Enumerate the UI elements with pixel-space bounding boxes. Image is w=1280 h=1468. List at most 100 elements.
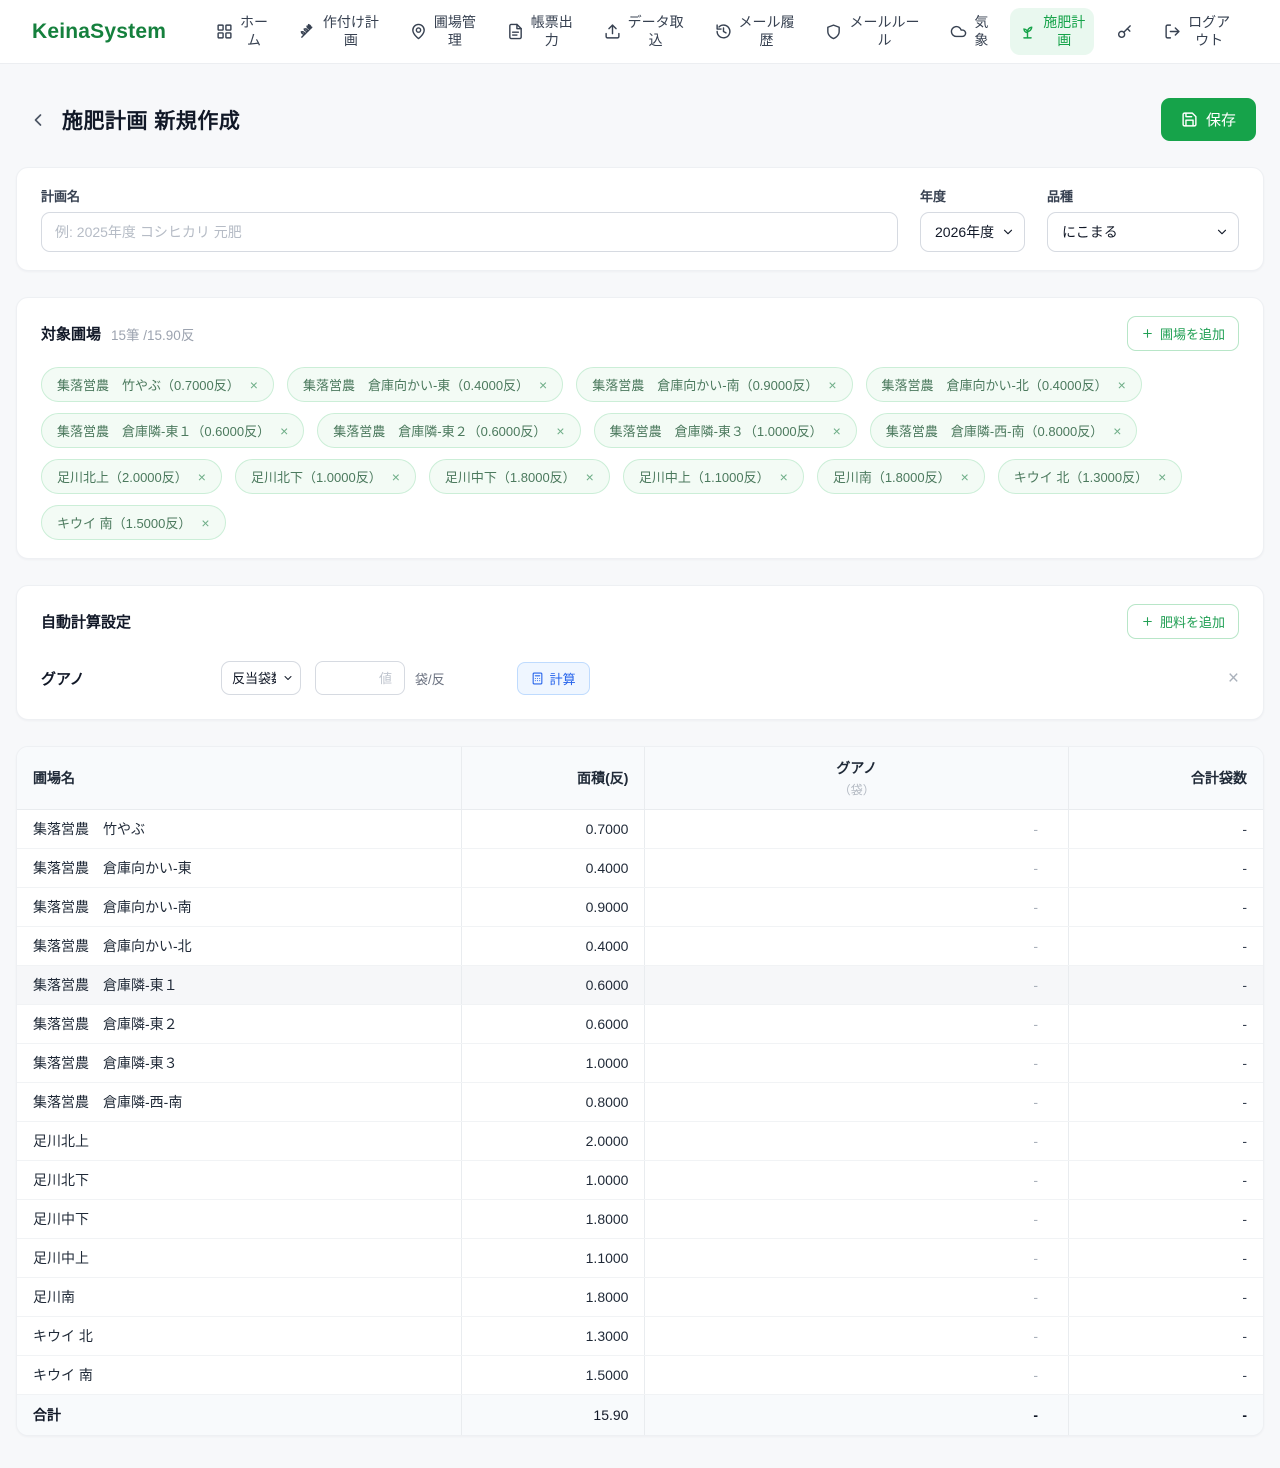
field-tag-label: 集落営農 倉庫向かい-北（0.4000反） — [882, 375, 1108, 394]
cell-total-bags: - — [1069, 1317, 1263, 1356]
nav-item-data-import[interactable]: データ取 込 — [595, 8, 693, 55]
auto-calc-title: 自動計算設定 — [41, 611, 131, 632]
key-icon — [1116, 23, 1133, 40]
brand-logo[interactable]: KeinaSystem — [32, 20, 166, 44]
remove-field-icon[interactable]: × — [961, 470, 969, 484]
nav-item-mail-rules[interactable]: メールルー ル — [816, 8, 928, 55]
header-area: 面積(反) — [462, 747, 645, 810]
nav-item-mail-history[interactable]: メール履 歴 — [706, 8, 804, 55]
table-row: 集落営農 倉庫向かい-南 0.9000 - - — [17, 888, 1263, 927]
cell-fertilizer-bags: - — [645, 1278, 1069, 1317]
remove-field-icon[interactable]: × — [539, 378, 547, 392]
nav-item-key[interactable] — [1107, 17, 1142, 46]
nav-item-home[interactable]: ホー ム — [207, 8, 277, 55]
cell-total-bags: - — [1069, 1239, 1263, 1278]
remove-field-icon[interactable]: × — [198, 470, 206, 484]
cell-fertilizer-bags: - — [645, 1317, 1069, 1356]
variety-select-wrap: にこまる — [1047, 212, 1239, 252]
nav-item-planting-plan[interactable]: 作付け計 画 — [290, 8, 388, 55]
target-fields-title: 対象圃場 — [41, 323, 101, 344]
cell-total-bags: - — [1069, 927, 1263, 966]
header-fertilizer-unit: （袋） — [661, 781, 1052, 798]
field-tag: 集落営農 倉庫向かい-南（0.9000反） × — [576, 367, 852, 402]
plan-name-input[interactable] — [41, 212, 898, 252]
remove-field-icon[interactable]: × — [780, 470, 788, 484]
cell-fertilizer-bags: - — [645, 1122, 1069, 1161]
remove-field-icon[interactable]: × — [833, 424, 841, 438]
table-row: 集落営農 倉庫向かい-東 0.4000 - - — [17, 849, 1263, 888]
nav-item-weather[interactable]: 気 象 — [941, 8, 997, 55]
nav-item-report-output[interactable]: 帳票出 力 — [498, 8, 582, 55]
target-fields-card: 対象圃場 15筆 /15.90反 圃場を追加 集落営農 竹やぶ（0.7000反）… — [16, 297, 1264, 559]
cell-area: 0.7000 — [462, 810, 645, 849]
cell-field-name: 足川南 — [17, 1278, 462, 1317]
field-tag-label: 集落営農 倉庫向かい-東（0.4000反） — [303, 375, 529, 394]
cell-field-name: 足川北上 — [17, 1122, 462, 1161]
nav-item-field-management[interactable]: 圃場管 理 — [401, 8, 485, 55]
save-button[interactable]: 保存 — [1161, 98, 1256, 141]
field-tag: キウイ 北（1.3000反） × — [998, 459, 1183, 494]
remove-field-icon[interactable]: × — [280, 424, 288, 438]
cell-field-name: 集落営農 倉庫隣-西-南 — [17, 1083, 462, 1122]
calc-unit-label: 袋/反 — [415, 669, 445, 688]
calc-method-select[interactable]: 反当袋数 — [221, 661, 301, 695]
cell-area: 1.8000 — [462, 1200, 645, 1239]
cell-field-name: 足川北下 — [17, 1161, 462, 1200]
page-content: 施肥計画 新規作成 保存 計画名 年度 2026年度 品種 にこまる — [0, 64, 1280, 1468]
fertilizer-calc-row: グアノ 反当袋数 袋/反 計算 × — [41, 661, 1239, 701]
wheat-icon — [299, 23, 316, 40]
remove-field-icon[interactable]: × — [392, 470, 400, 484]
remove-field-icon[interactable]: × — [556, 424, 564, 438]
calculator-icon — [531, 672, 544, 685]
upload-icon — [604, 23, 621, 40]
nav-item-logout[interactable]: ログア ウト — [1155, 8, 1239, 55]
cell-total-bags: - — [1069, 1356, 1263, 1395]
cell-field-name: 集落営農 倉庫隣-東２ — [17, 1005, 462, 1044]
remove-field-icon[interactable]: × — [586, 470, 594, 484]
remove-field-icon[interactable]: × — [1118, 378, 1126, 392]
table-row: 集落営農 竹やぶ 0.7000 - - — [17, 810, 1263, 849]
calc-method-select-wrap: 反当袋数 — [221, 661, 301, 695]
cell-area: 1.0000 — [462, 1161, 645, 1200]
map-pin-icon — [410, 23, 427, 40]
add-fertilizer-button[interactable]: 肥料を追加 — [1127, 604, 1239, 639]
remove-field-icon[interactable]: × — [201, 516, 209, 530]
variety-label: 品種 — [1047, 186, 1239, 205]
remove-fertilizer-icon[interactable]: × — [1228, 669, 1239, 688]
total-label: 合計 — [17, 1395, 462, 1436]
remove-field-icon[interactable]: × — [1113, 424, 1121, 438]
variety-select[interactable]: にこまる — [1047, 212, 1239, 252]
document-icon — [507, 23, 524, 40]
shield-icon — [825, 23, 842, 40]
cell-area: 2.0000 — [462, 1122, 645, 1161]
cell-fertilizer-bags: - — [645, 1083, 1069, 1122]
field-tag-label: 集落営農 倉庫隣-東３（1.0000反） — [610, 421, 823, 440]
field-tag: 足川中下（1.8000反） × — [429, 459, 610, 494]
remove-field-icon[interactable]: × — [828, 378, 836, 392]
back-button[interactable] — [24, 106, 52, 134]
cell-field-name: 集落営農 倉庫向かい-北 — [17, 927, 462, 966]
cell-total-bags: - — [1069, 1278, 1263, 1317]
field-tag-label: 足川北下（1.0000反） — [251, 467, 382, 486]
calculate-button[interactable]: 計算 — [517, 662, 590, 695]
year-select[interactable]: 2026年度 — [920, 212, 1025, 252]
table-row: 集落営農 倉庫隣-西-南 0.8000 - - — [17, 1083, 1263, 1122]
cell-total-bags: - — [1069, 1122, 1263, 1161]
plus-icon — [1141, 327, 1154, 340]
field-tag: 足川南（1.8000反） × — [817, 459, 985, 494]
field-tag-label: 足川南（1.8000反） — [833, 467, 951, 486]
table-row: 足川中上 1.1000 - - — [17, 1239, 1263, 1278]
results-table: 圃場名 面積(反) グアノ （袋） 合計袋数 集落営農 竹やぶ 0.7000 -… — [17, 747, 1263, 1435]
history-icon — [715, 23, 732, 40]
add-field-button[interactable]: 圃場を追加 — [1127, 316, 1239, 351]
field-tag: 集落営農 倉庫隣-東３（1.0000反） × — [594, 413, 857, 448]
field-tag: 集落営農 倉庫向かい-北（0.4000反） × — [866, 367, 1142, 402]
table-row: 集落営農 倉庫隣-東１ 0.6000 - - — [17, 966, 1263, 1005]
calc-value-input[interactable] — [315, 661, 405, 695]
remove-field-icon[interactable]: × — [250, 378, 258, 392]
field-tag-label: 集落営農 倉庫隣-西-南（0.8000反） — [886, 421, 1103, 440]
field-tag-label: 足川北上（2.0000反） — [57, 467, 188, 486]
field-tag: キウイ 南（1.5000反） × — [41, 505, 226, 540]
nav-item-fertilization-plan[interactable]: 施肥計 画 — [1010, 8, 1094, 55]
remove-field-icon[interactable]: × — [1158, 470, 1166, 484]
